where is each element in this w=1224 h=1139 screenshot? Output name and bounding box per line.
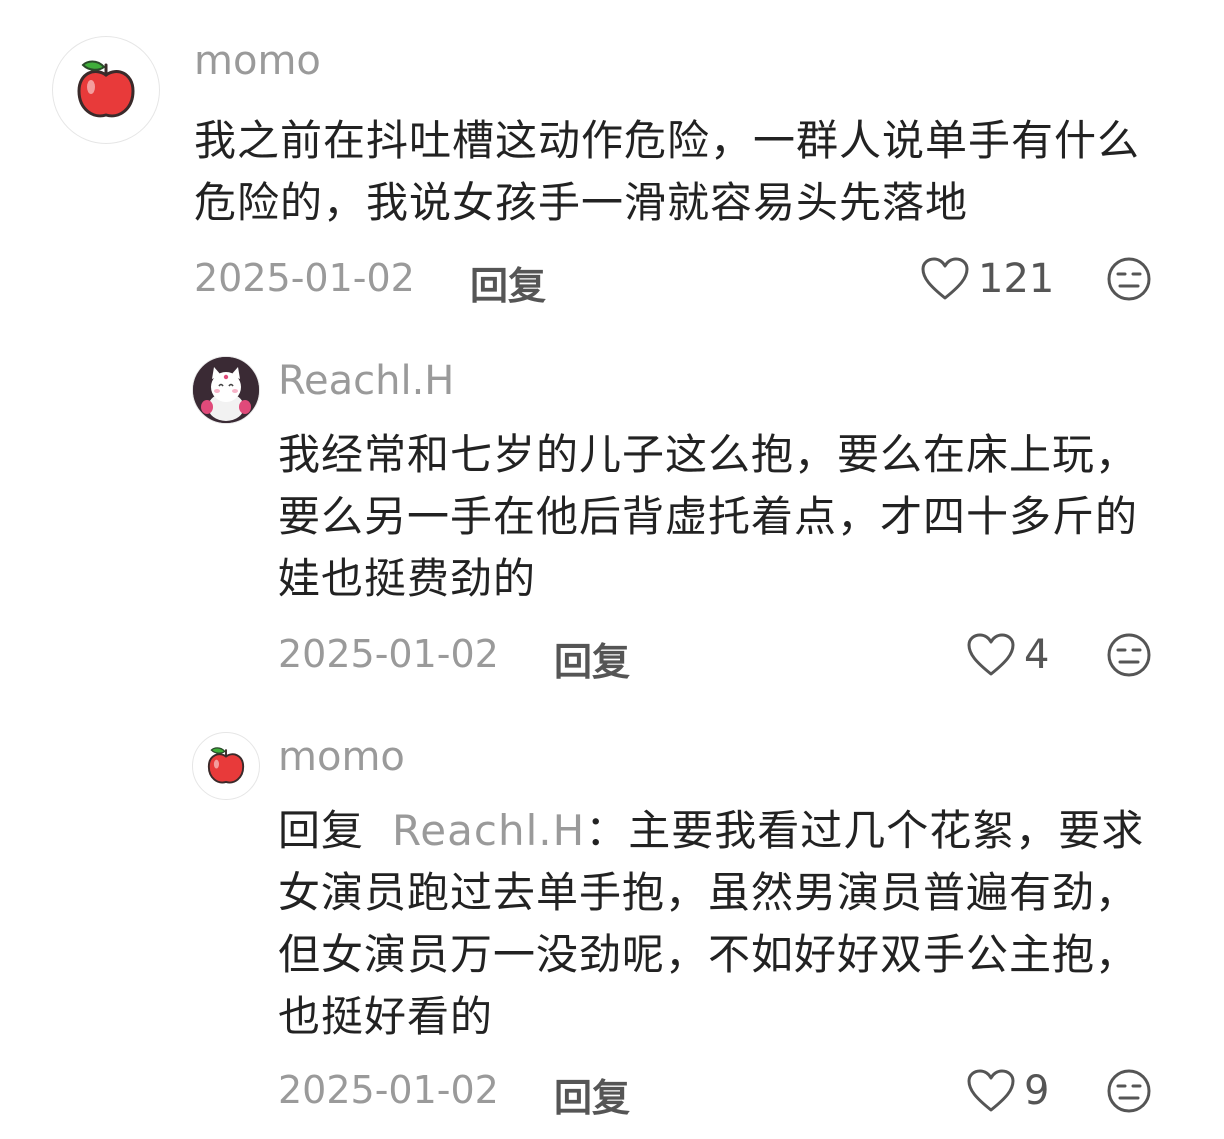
like-button[interactable]: 121 bbox=[920, 256, 1054, 302]
apple-icon bbox=[207, 747, 245, 784]
username[interactable]: Reachl.H bbox=[278, 358, 454, 404]
avatar[interactable] bbox=[192, 732, 260, 800]
heart-icon bbox=[967, 633, 1015, 676]
like-count: 4 bbox=[1024, 632, 1050, 678]
reply-button[interactable]: 回复 bbox=[554, 1067, 630, 1122]
comment-text: 我经常和七岁的儿子这么抱，要么在床上玩，要么另一手在他后背虚托着点，才四十多斤的… bbox=[278, 430, 1139, 603]
heart-icon bbox=[967, 1069, 1015, 1112]
reply-colon: ： bbox=[585, 806, 629, 855]
dislike-button[interactable] bbox=[1106, 256, 1152, 302]
avatar[interactable] bbox=[52, 36, 160, 144]
meh-face-icon bbox=[1107, 633, 1151, 677]
comment-date: 2025-01-02 bbox=[194, 256, 415, 300]
reply-target-username[interactable]: Reachl.H bbox=[392, 806, 585, 855]
username[interactable]: momo bbox=[278, 734, 405, 780]
heart-icon bbox=[921, 257, 969, 300]
apple-icon bbox=[77, 60, 135, 118]
like-count: 9 bbox=[1024, 1068, 1050, 1114]
avatar[interactable] bbox=[192, 356, 260, 424]
comment-text: 我之前在抖吐槽这动作危险，一群人说单手有什么危险的，我说女孩手一滑就容易头先落地 bbox=[194, 116, 1141, 227]
comment-date: 2025-01-02 bbox=[278, 632, 499, 676]
reply-item: momo 回复 Reachl.H：主要我看过几个花絮，要求女演员跑过去单手抱，虽然… bbox=[0, 716, 1224, 1139]
dislike-button[interactable] bbox=[1106, 632, 1152, 678]
comment-date: 2025-01-02 bbox=[278, 1068, 499, 1112]
comment-text: 回复 Reachl.H：主要我看过几个花絮，要求女演员跑过去单手抱，虽然男演员普遍… bbox=[278, 800, 1178, 1048]
reply-button[interactable]: 回复 bbox=[554, 631, 630, 686]
like-count: 121 bbox=[978, 256, 1055, 302]
white-cat-icon bbox=[193, 357, 259, 423]
comment-item: momo 我之前在抖吐槽这动作危险，一群人说单手有什么危险的，我说女孩手一滑就容… bbox=[0, 0, 1224, 320]
reply-button[interactable]: 回复 bbox=[470, 255, 546, 310]
like-button[interactable]: 4 bbox=[966, 632, 1049, 678]
reply-item: Reachl.H 我经常和七岁的儿子这么抱，要么在床上玩，要么另一手在他后背虚托… bbox=[0, 340, 1224, 700]
reply-prefix: 回复 bbox=[278, 806, 365, 855]
like-button[interactable]: 9 bbox=[966, 1068, 1049, 1114]
meh-face-icon bbox=[1107, 257, 1151, 301]
username[interactable]: momo bbox=[194, 38, 321, 84]
dislike-button[interactable] bbox=[1106, 1068, 1152, 1114]
meh-face-icon bbox=[1107, 1069, 1151, 1113]
